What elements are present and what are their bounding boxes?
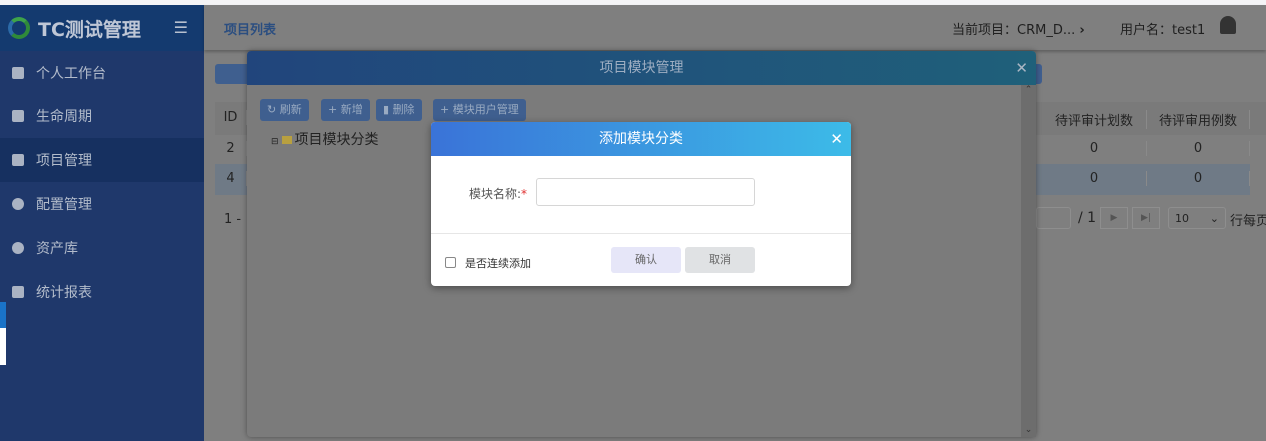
- table-cell: 0: [1042, 141, 1147, 156]
- button-label: 删除: [392, 103, 415, 116]
- breadcrumb[interactable]: 项目列表: [224, 19, 276, 38]
- dialog-title: 添加模块分类: [599, 131, 683, 147]
- current-project-label: 当前项目：CRM_D...: [952, 23, 1076, 38]
- sidebar-item-reports[interactable]: 统计报表: [0, 270, 204, 314]
- sidebar-item-config[interactable]: 配置管理: [0, 182, 204, 226]
- sidebar: TC测试管理 ☰ 个人工作台 生命周期 项目管理 配置管理 资产库 统计报表: [0, 5, 204, 441]
- tree-root-node[interactable]: ⊟ 项目模块分类: [271, 129, 379, 149]
- dialog-title: 项目模块管理: [599, 60, 684, 76]
- add-module-dialog: 添加模块分类 ✕ 模块名称:* 是否连续添加 确认 取消: [431, 122, 851, 286]
- col-header-plans: 待评审计划数: [1042, 110, 1147, 129]
- sidebar-item-label: 个人工作台: [36, 66, 106, 82]
- pager-info: 1 - 2: [224, 212, 246, 227]
- module-name-label: 模块名称:*: [469, 185, 527, 202]
- folder-icon: [281, 136, 292, 144]
- sidebar-item-label: 资产库: [36, 241, 78, 257]
- chevron-down-icon: ⌄: [1209, 212, 1219, 225]
- page-total: / 1: [1078, 210, 1097, 226]
- username: 用户名：test1: [1120, 23, 1206, 38]
- sidebar-item-label: 配置管理: [36, 197, 92, 213]
- database-icon: [12, 242, 24, 254]
- confirm-button[interactable]: 确认: [611, 247, 681, 273]
- table-cell: 0: [1042, 171, 1147, 186]
- next-page-button[interactable]: ▶: [1100, 207, 1128, 229]
- divider: [431, 233, 851, 234]
- continuous-add-label[interactable]: 是否连续添加: [465, 255, 531, 271]
- menu-toggle-icon[interactable]: ☰: [174, 18, 188, 37]
- sidebar-item-project[interactable]: 项目管理: [0, 138, 204, 182]
- continuous-add-checkbox[interactable]: [445, 257, 456, 268]
- app-title: TC测试管理: [38, 18, 141, 41]
- brand: TC测试管理 ☰: [0, 5, 204, 51]
- refresh-icon: ↻: [267, 103, 280, 116]
- button-label: 模块用户管理: [452, 103, 519, 116]
- delete-button[interactable]: ▮ 删除: [376, 99, 422, 121]
- module-user-management-button[interactable]: + 模块用户管理: [433, 99, 526, 121]
- bell-icon[interactable]: [1220, 16, 1236, 34]
- add-button[interactable]: + 新增: [321, 99, 370, 121]
- table-cell: 2: [215, 141, 247, 156]
- clock-icon: [12, 198, 24, 210]
- collapse-icon[interactable]: ⊟: [271, 137, 279, 147]
- sidebar-item-label: 统计报表: [36, 285, 92, 301]
- sidebar-item-label: 项目管理: [36, 153, 92, 169]
- book-icon: [12, 110, 24, 122]
- sidebar-item-assets[interactable]: 资产库: [0, 226, 204, 270]
- chevron-right-icon: ›: [1079, 23, 1085, 38]
- report-icon: [12, 286, 24, 298]
- page-size-value: 10: [1175, 212, 1189, 225]
- current-project[interactable]: 当前项目：CRM_D... ›: [952, 19, 1085, 38]
- sidebar-item-label: 生命周期: [36, 109, 92, 125]
- page-input[interactable]: [1036, 207, 1071, 229]
- sidebar-item-lifecycle[interactable]: 生命周期: [0, 94, 204, 138]
- module-name-input[interactable]: [536, 178, 755, 206]
- tree-node-label: 项目模块分类: [294, 132, 379, 148]
- table-cell: 0: [1147, 141, 1250, 156]
- col-header-id: ID: [215, 110, 247, 125]
- close-icon[interactable]: ✕: [1015, 51, 1028, 85]
- scroll-down-icon[interactable]: ⌄: [1021, 425, 1036, 435]
- dialog-header: 添加模块分类: [431, 122, 851, 156]
- required-mark: *: [521, 187, 528, 201]
- button-label: 新增: [340, 103, 363, 116]
- offscreen-fragment: [0, 302, 6, 365]
- sidebar-item-workbench[interactable]: 个人工作台: [0, 51, 204, 95]
- scroll-up-icon[interactable]: ⌃: [1021, 85, 1036, 95]
- table-cell: 0: [1147, 171, 1250, 186]
- button-label: 刷新: [279, 103, 302, 116]
- logo-icon: [8, 17, 30, 39]
- refresh-button[interactable]: ↻ 刷新: [260, 99, 309, 121]
- scrollbar[interactable]: ⌃ ⌄: [1021, 85, 1036, 437]
- page-size-select[interactable]: 10 ⌄: [1168, 207, 1226, 229]
- page-size-label: 行每页: [1230, 214, 1266, 229]
- table-cell: 4: [215, 171, 247, 186]
- plus-icon: +: [440, 103, 453, 116]
- monitor-icon: [12, 67, 24, 79]
- trash-icon: ▮: [383, 103, 393, 116]
- label-text: 模块名称:: [469, 187, 522, 201]
- close-icon[interactable]: ✕: [830, 122, 843, 156]
- layers-icon: [12, 154, 24, 166]
- last-page-button[interactable]: ▶|: [1132, 207, 1160, 229]
- plus-icon: +: [328, 103, 341, 116]
- header: 项目列表 当前项目：CRM_D... › 用户名：test1: [204, 5, 1266, 50]
- cancel-button[interactable]: 取消: [685, 247, 755, 273]
- dialog-header: 项目模块管理: [247, 51, 1036, 85]
- col-header-cases: 待评审用例数: [1147, 110, 1250, 129]
